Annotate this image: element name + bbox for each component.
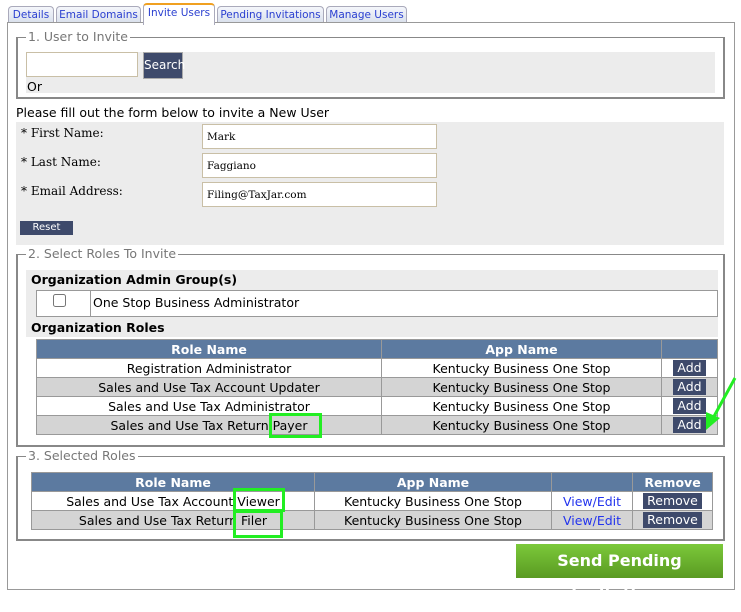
first-name-label: * First Name: [21,126,104,140]
user-search-input[interactable] [26,52,138,77]
table-row: Registration Administrator Kentucky Busin… [36,358,718,378]
first-name-input[interactable]: Mark [202,124,437,149]
remove-button[interactable]: Remove [643,512,702,528]
admin-group-row: One Stop Business Administrator [36,290,718,317]
app-name: Kentucky Business One Stop [381,415,662,435]
role-name: Registration Administrator [36,358,382,378]
col-app-name: App Name [381,339,662,359]
green-arrow-icon [706,377,737,430]
admin-group-heading: Organization Admin Group(s) [31,272,238,287]
col-role-name: Role Name [36,339,382,359]
app-name: Kentucky Business One Stop [314,491,552,511]
tab-invite-users[interactable]: Invite Users [143,3,215,25]
email-label: * Email Address: [21,184,123,198]
roles-table: Role Name App Name Registration Administr… [36,339,718,435]
table-row: Sales and Use Tax Return Filer Kentucky B… [31,510,713,530]
app-name: Kentucky Business One Stop [381,396,662,416]
or-label: Or [27,79,42,94]
table-row: Sales and Use Tax Administrator Kentucky … [36,396,718,416]
view-edit-link[interactable]: View/Edit [563,513,621,528]
role-name: Sales and Use Tax Administrator [36,396,382,416]
last-name-label: * Last Name: [21,155,101,169]
form-intro: Please fill out the form below to invite… [16,105,330,120]
col-link [551,472,633,492]
highlight-box [233,510,283,538]
legend: 1. User to Invite [26,29,130,44]
tab-pending-invitations[interactable]: Pending Invitations [217,6,324,23]
tab-manage-users[interactable]: Manage Users [326,6,407,23]
search-button[interactable]: Search [143,52,185,79]
legend: 3. Selected Roles [26,448,138,463]
col-app-name: App Name [314,472,552,492]
last-name-input[interactable]: Faggiano [202,153,437,178]
remove-button[interactable]: Remove [643,493,702,509]
tab-email-domains[interactable]: Email Domains [56,6,141,23]
col-action [661,339,718,359]
app-name: Kentucky Business One Stop [381,358,662,378]
view-edit-link[interactable]: View/Edit [563,494,621,509]
table-row: Sales and Use Tax Return Payer Kentucky B… [36,415,718,435]
admin-group-checkbox[interactable] [53,294,66,307]
send-pending-invitations-button[interactable]: Send Pending Invitations [516,544,723,604]
app-name: Kentucky Business One Stop [381,377,662,397]
role-name: Sales and Use Tax Return Payer [36,415,382,435]
table-row: Sales and Use Tax Account Updater Kentuck… [36,377,718,397]
app-name: Kentucky Business One Stop [314,510,552,530]
admin-group-item: One Stop Business Administrator [93,295,300,310]
legend: 2. Select Roles To Invite [26,246,179,261]
email-input[interactable]: Filing@TaxJar.com [202,182,437,207]
highlight-box [269,413,322,438]
selected-roles-table: Role Name App Name Remove Sales and Use Ta… [31,472,713,530]
tab-details[interactable]: Details [8,6,54,23]
reset-button[interactable]: Reset [20,221,73,235]
roles-heading: Organization Roles [31,320,165,335]
role-name: Sales and Use Tax Account Updater [36,377,382,397]
col-remove: Remove [632,472,713,492]
highlight-box [233,488,285,512]
table-row: Sales and Use Tax Account Viewer Kentucky… [31,491,713,511]
